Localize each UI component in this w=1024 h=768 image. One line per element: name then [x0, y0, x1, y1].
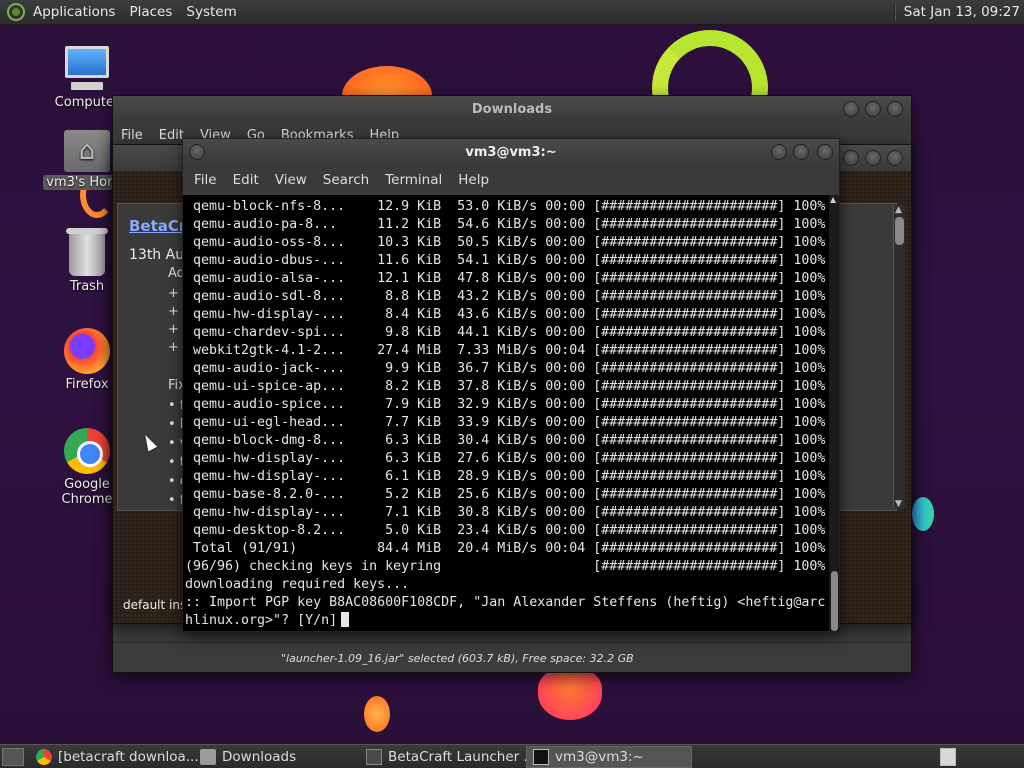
terminal-line: (96/96) checking keys in keyring [######… [185, 559, 826, 574]
close-button[interactable] [817, 144, 833, 160]
places-menu[interactable]: Places [127, 4, 180, 20]
taskbar-item-chrome[interactable]: [betacraft downloa... [30, 746, 199, 768]
folder-icon [200, 748, 216, 765]
java-icon [366, 748, 382, 765]
scroll-up-icon[interactable]: ▲ [895, 205, 902, 215]
task-label: [betacraft downloa... [58, 748, 199, 765]
text-cursor [341, 612, 350, 627]
terminal-line: qemu-audio-jack-... 9.9 KiB 36.7 KiB/s 0… [185, 361, 826, 376]
window-menu-button[interactable] [189, 144, 205, 160]
terminal-line: qemu-hw-display-... 6.3 KiB 27.6 KiB/s 0… [185, 451, 826, 466]
window-title: Downloads [471, 101, 553, 117]
task-label: BetaCraft Launcher ... [388, 748, 537, 765]
minimize-button[interactable] [843, 150, 859, 166]
wallpaper-blob [538, 668, 602, 720]
scroll-thumb[interactable] [831, 571, 838, 631]
workspace-switcher[interactable] [940, 747, 956, 766]
terminal-line: qemu-audio-dbus-... 11.6 KiB 54.1 KiB/s … [185, 253, 826, 268]
terminal-line: Total (91/91) 84.4 MiB 20.4 MiB/s 00:04 … [185, 541, 826, 556]
terminal-output[interactable]: qemu-block-nfs-8... 12.9 KiB 53.0 KiB/s … [183, 195, 829, 631]
maximize-button[interactable] [865, 101, 881, 117]
terminal-line: qemu-hw-display-... 7.1 KiB 30.8 KiB/s 0… [185, 505, 826, 520]
status-bar: "launcher-1.09_16.jar" selected (603.7 k… [113, 642, 911, 672]
menu-edit[interactable]: Edit [225, 172, 267, 188]
firefox-icon [64, 328, 110, 374]
maximize-button[interactable] [865, 150, 881, 166]
chrome-icon [64, 428, 110, 474]
terminal-icon [533, 748, 549, 765]
terminal-scrollbar[interactable]: ▲ [829, 195, 839, 631]
terminal-line: downloading required keys... [185, 577, 410, 592]
scroll-thumb[interactable] [895, 217, 904, 245]
applications-menu[interactable]: Applications [31, 4, 123, 20]
menu-search[interactable]: Search [315, 172, 377, 188]
top-panel: Applications Places System Sat Jan 13, 0… [0, 0, 1024, 25]
terminal-line: qemu-audio-oss-8... 10.3 KiB 50.5 KiB/s … [185, 235, 826, 250]
scroll-up-icon[interactable]: ▲ [830, 195, 836, 204]
terminal-menubar: File Edit View Search Terminal Help [183, 165, 839, 195]
close-button[interactable] [887, 150, 903, 166]
terminal-line: qemu-ui-egl-head... 7.7 KiB 33.9 KiB/s 0… [185, 415, 826, 430]
scroll-down-icon[interactable]: ▼ [895, 499, 902, 509]
terminal-line: qemu-block-dmg-8... 6.3 KiB 30.4 KiB/s 0… [185, 433, 826, 448]
clock-area: Sat Jan 13, 09:27 [893, 0, 1024, 24]
terminal-line: qemu-hw-display-... 8.4 KiB 43.6 KiB/s 0… [185, 307, 826, 322]
taskbar-item-betacraft[interactable]: BetaCraft Launcher ... [360, 746, 536, 768]
panel-separator [893, 3, 896, 21]
taskbar-item-downloads[interactable]: Downloads [194, 746, 356, 768]
wallpaper-blob [364, 696, 390, 732]
panel-clock[interactable]: Sat Jan 13, 09:27 [904, 4, 1024, 20]
terminal-line: qemu-audio-pa-8... 11.2 KiB 54.6 KiB/s 0… [185, 217, 826, 232]
mate-logo-icon[interactable] [7, 3, 25, 21]
minimize-button[interactable] [843, 101, 859, 117]
terminal-titlebar[interactable]: vm3@vm3:~ [183, 139, 839, 165]
taskbar-item-terminal[interactable]: vm3@vm3:~ [526, 745, 692, 768]
wallpaper-blob [912, 497, 934, 531]
menu-file[interactable]: File [113, 128, 151, 143]
terminal-line: qemu-block-nfs-8... 12.9 KiB 53.0 KiB/s … [185, 199, 826, 214]
bottom-taskbar: [betacraft downloa... Downloads BetaCraf… [0, 744, 1024, 768]
computer-icon [63, 46, 111, 92]
menu-terminal[interactable]: Terminal [377, 172, 450, 188]
terminal-line: qemu-ui-spice-ap... 8.2 KiB 37.8 KiB/s 0… [185, 379, 826, 394]
desktop-icon-label: Firefox [65, 377, 109, 392]
desktop: { "top_panel": { "menus": ["Applications… [0, 0, 1024, 768]
chrome-icon [36, 748, 52, 765]
menu-view[interactable]: View [267, 172, 315, 188]
downloads-titlebar[interactable]: Downloads [113, 96, 911, 122]
terminal-line: qemu-hw-display-... 6.1 KiB 28.9 KiB/s 0… [185, 469, 826, 484]
close-button[interactable] [887, 101, 903, 117]
terminal-window: vm3@vm3:~ File Edit View Search Terminal… [182, 138, 840, 632]
changelog-scrollbar[interactable]: ▲ ▼ [893, 205, 905, 509]
terminal-line: qemu-desktop-8.2... 5.0 KiB 23.4 KiB/s 0… [185, 523, 826, 538]
home-folder-icon [64, 130, 110, 172]
desktop-icon-label: Trash [69, 279, 105, 294]
terminal-prompt-line: hlinux.org>"? [Y/n] [185, 612, 829, 630]
terminal-line: :: Import PGP key B8AC08600F108CDF, "Jan… [185, 595, 826, 610]
task-label: Downloads [222, 748, 297, 765]
terminal-line: webkit2gtk-4.1-2... 27.4 MiB 7.33 MiB/s … [185, 343, 826, 358]
terminal-line: qemu-chardev-spi... 9.8 KiB 44.1 KiB/s 0… [185, 325, 826, 340]
terminal-line: qemu-audio-sdl-8... 8.8 KiB 43.2 KiB/s 0… [185, 289, 826, 304]
maximize-button[interactable] [793, 144, 809, 160]
prompt-text: hlinux.org>"? [Y/n] [185, 613, 338, 628]
terminal-line: qemu-base-8.2.0-... 5.2 KiB 25.6 KiB/s 0… [185, 487, 826, 502]
terminal-line: qemu-audio-spice... 7.9 KiB 32.9 KiB/s 0… [185, 397, 826, 412]
menu-help[interactable]: Help [450, 172, 497, 188]
task-label: vm3@vm3:~ [555, 748, 644, 765]
desktop-icon-label: Google Chrome [61, 477, 113, 507]
system-menu[interactable]: System [184, 4, 244, 20]
minimize-button[interactable] [771, 144, 787, 160]
menu-file[interactable]: File [186, 172, 225, 188]
desktop-icon-label: Computer [54, 95, 120, 110]
window-title: vm3@vm3:~ [465, 144, 557, 160]
show-desktop-button[interactable] [2, 747, 24, 766]
terminal-line: qemu-audio-alsa-... 12.1 KiB 47.8 KiB/s … [185, 271, 826, 286]
trash-icon [66, 228, 108, 276]
